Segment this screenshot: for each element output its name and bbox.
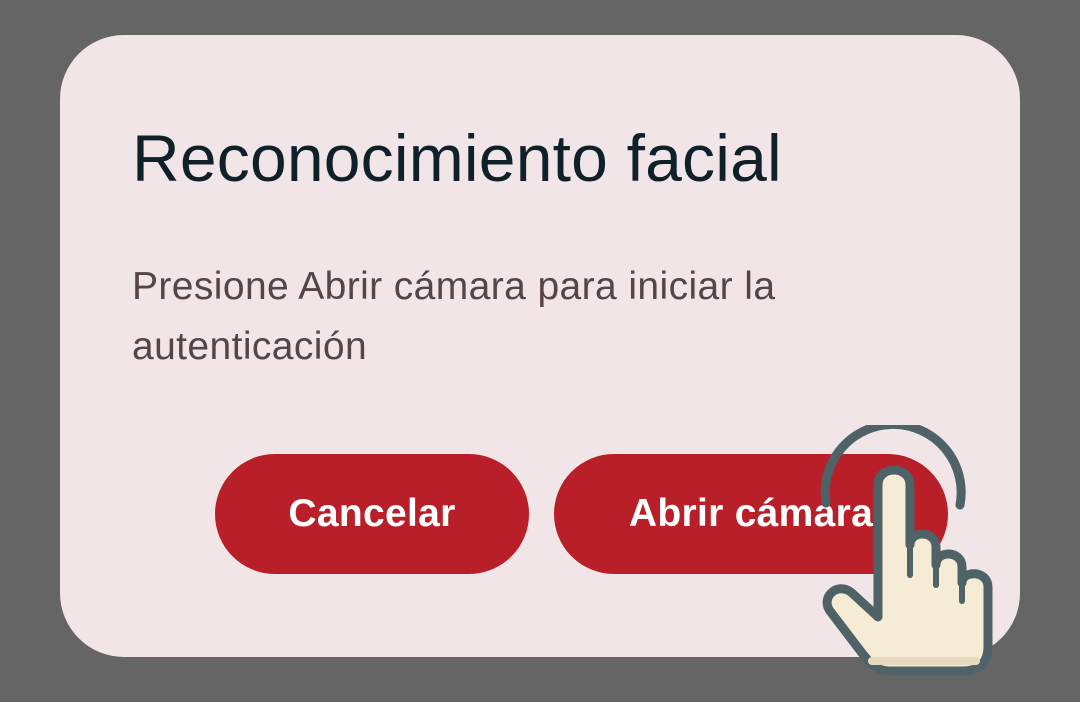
- cancel-button[interactable]: Cancelar: [215, 454, 529, 574]
- tap-hand-icon: [820, 425, 993, 676]
- dialog-message: Presione Abrir cámara para iniciar la au…: [132, 265, 776, 368]
- dialog-title: Reconocimiento facial: [132, 121, 782, 195]
